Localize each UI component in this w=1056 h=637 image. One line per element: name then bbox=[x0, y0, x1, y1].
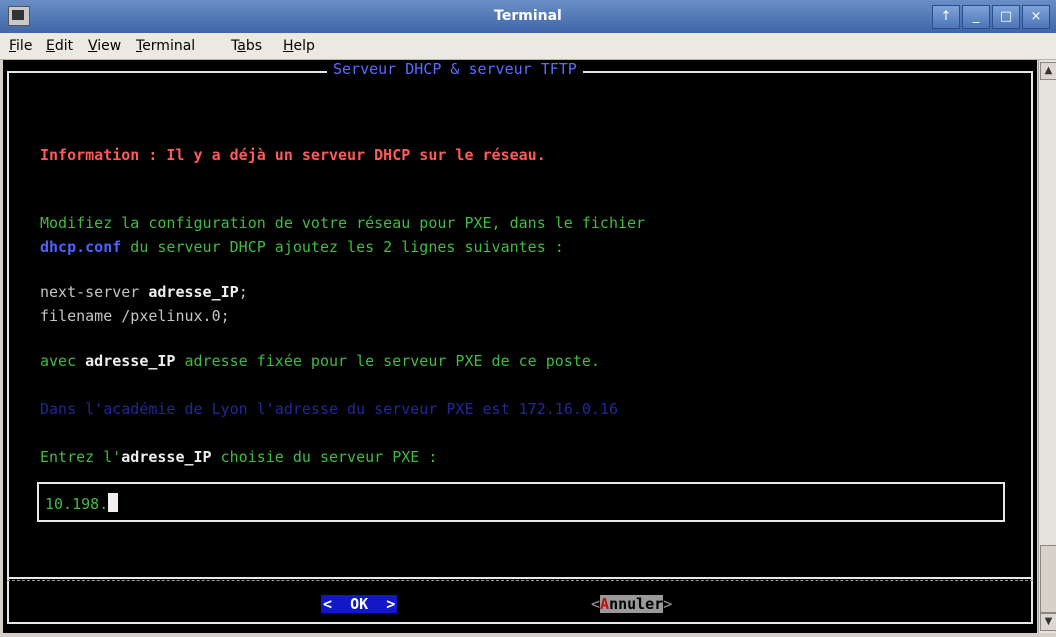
scroll-down-arrow-icon[interactable]: ▼ bbox=[1040, 613, 1056, 631]
cancel-button[interactable]: <Annuler> bbox=[591, 595, 672, 613]
ip-address-input[interactable]: 10.198. bbox=[37, 482, 1005, 522]
address-note: avec adresse_IP adresse fixée pour le se… bbox=[40, 352, 600, 370]
scrollbar-thumb[interactable] bbox=[1040, 545, 1056, 613]
window-title: Terminal bbox=[494, 8, 562, 24]
dialog-title: Serveur DHCP & serveur TFTP bbox=[327, 60, 583, 78]
menu-help[interactable]: Help bbox=[283, 38, 315, 54]
text-cursor bbox=[108, 493, 119, 512]
config-line-next-server: next-server adresse_IP; bbox=[40, 283, 248, 301]
close-button[interactable]: × bbox=[1022, 5, 1050, 29]
menu-tabs[interactable]: Tabs bbox=[231, 38, 262, 54]
menu-view[interactable]: View bbox=[88, 38, 121, 54]
info-message: Information : Il y a déjà un serveur DHC… bbox=[40, 146, 546, 164]
ok-button[interactable]: < OK > bbox=[321, 595, 398, 613]
menu-edit[interactable]: Edit bbox=[46, 38, 73, 54]
minimize-button[interactable]: _ bbox=[962, 5, 990, 29]
button-separator bbox=[7, 577, 1033, 581]
window-titlebar[interactable]: Terminal ↑ _ □ × bbox=[0, 0, 1056, 33]
config-line-filename: filename /pxelinux.0; bbox=[40, 307, 230, 325]
menubar: File Edit View Terminal Tabs Help bbox=[0, 33, 1056, 60]
menu-terminal[interactable]: Terminal bbox=[136, 38, 195, 54]
instruction-line-1: Modifiez la configuration de votre résea… bbox=[40, 214, 646, 232]
vertical-scrollbar[interactable]: ▲ ▼ bbox=[1038, 60, 1056, 633]
scroll-up-arrow-icon[interactable]: ▲ bbox=[1040, 62, 1056, 80]
terminal-area[interactable]: Serveur DHCP & serveur TFTP Information … bbox=[3, 60, 1037, 633]
lyon-note: Dans l'académie de Lyon l'adresse du ser… bbox=[40, 400, 618, 418]
maximize-button[interactable]: □ bbox=[992, 5, 1020, 29]
ip-address-value[interactable]: 10.198. bbox=[45, 493, 119, 513]
shade-button[interactable]: ↑ bbox=[932, 5, 960, 29]
instruction-line-2: dhcp.conf du serveur DHCP ajoutez les 2 … bbox=[40, 238, 564, 256]
input-prompt: Entrez l'adresse_IP choisie du serveur P… bbox=[40, 448, 438, 466]
menu-file[interactable]: File bbox=[9, 38, 32, 54]
